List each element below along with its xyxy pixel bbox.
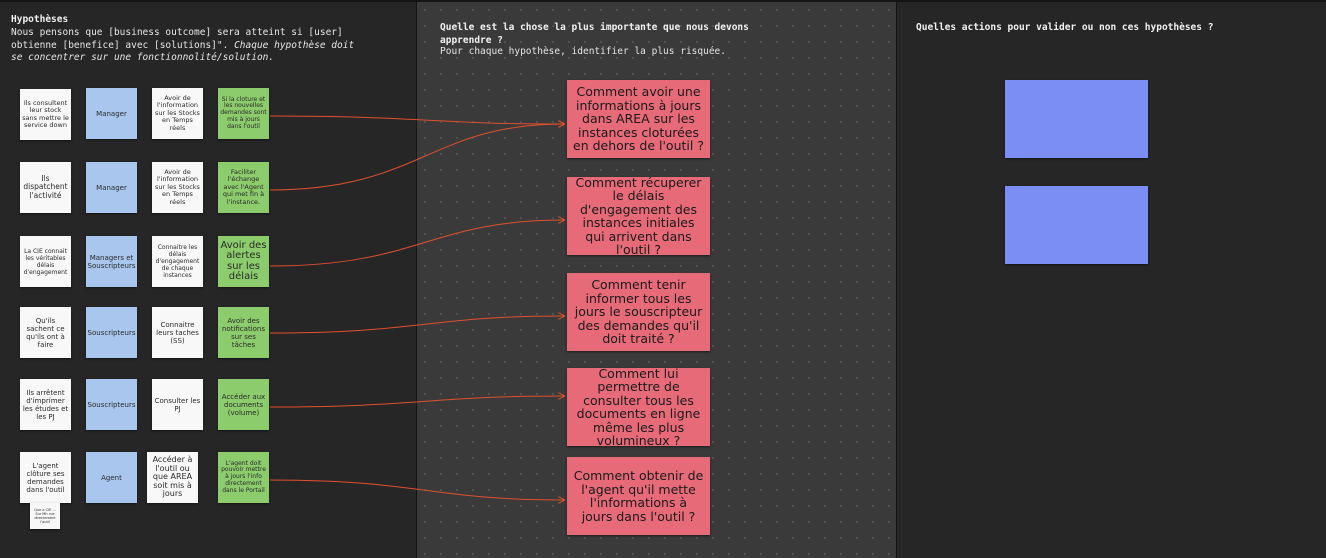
hypothesis-5-need-note[interactable]: Consulter les PJ — [152, 379, 203, 430]
hypothesis-2-benefit-note[interactable]: Faciliter l'échange avec l'Agent qui met… — [218, 162, 269, 213]
question-note-4[interactable]: Comment lui permettre de consulter tous … — [567, 368, 710, 446]
hypotheses-title: Hypothèses — [11, 14, 69, 25]
hypothesis-3-need-note[interactable]: Connaitre les délais d'engagement de cha… — [152, 236, 203, 287]
hypothesis-4-role-note[interactable]: Souscripteurs — [86, 307, 137, 358]
hypotheses-description-line2: obtienne [benefice] avec [solutions]". C… — [11, 39, 355, 51]
question-note-3[interactable]: Comment tenir informer tous les jours le… — [567, 273, 710, 351]
hypotheses-description-line3: se concentrer sur une fonctionnolité/sol… — [11, 52, 275, 63]
extra-small-note[interactable]: Que a CIE ... Sur Mh rue directement l'o… — [30, 503, 60, 529]
hypothesis-1-role-note[interactable]: Manager — [86, 88, 137, 139]
hypothesis-2-need-note[interactable]: Avoir de l'information sur les Stocks en… — [152, 162, 203, 213]
learning-subtitle: Pour chaque hypothèse, identifier la plu… — [440, 46, 726, 57]
hypothesis-4-benefit-note[interactable]: Avoir des notifications sur ses tâches — [218, 307, 269, 358]
hypothesis-2-who-note[interactable]: Ils dispatchent l'activité — [20, 162, 71, 213]
hypothesis-5-role-note[interactable]: Souscripteurs — [86, 379, 137, 430]
learning-title: Quelle est la chose la plus importante q… — [440, 22, 749, 46]
action-note-1[interactable] — [1005, 80, 1148, 158]
question-note-2[interactable]: Comment récuperer le délais d'engagement… — [567, 177, 710, 255]
hypothesis-6-role-note[interactable]: Agent — [86, 452, 137, 503]
hypothesis-1-benefit-note[interactable]: Si la cloture et les nouvelles demandes … — [218, 88, 269, 139]
hypothesis-5-benefit-note[interactable]: Accéder aux documents (volume) — [218, 379, 269, 430]
hypothesis-3-benefit-note[interactable]: Avoir des alertes sur les délais — [218, 236, 269, 287]
question-note-1[interactable]: Comment avoir une informations à jours d… — [567, 80, 710, 158]
hypotheses-description: Nous pensons que [business outcome] sera… — [11, 27, 411, 65]
hypothesis-3-role-note[interactable]: Managers et Souscripteurs — [86, 236, 137, 287]
question-note-5[interactable]: Comment obtenir de l'agent qu'il mette l… — [567, 457, 710, 535]
hypothesis-1-need-note[interactable]: Avoir de l'information sur les Stocks en… — [152, 88, 203, 139]
hypothesis-1-who-note[interactable]: Ils consultent leur stock sans mettre le… — [20, 89, 71, 140]
hypothesis-6-who-note[interactable]: L'agent clôture ses demandes dans l'outi… — [20, 452, 71, 503]
hypothesis-3-who-note[interactable]: La CIE connait les véritables délais d'e… — [20, 236, 71, 287]
hypothesis-2-role-note[interactable]: Manager — [86, 162, 137, 213]
hypothesis-5-who-note[interactable]: Ils arrêtent d'imprimer les études et le… — [20, 379, 71, 430]
hypothesis-6-benefit-note[interactable]: L'agent doit pouvoir mettre à jours l'in… — [218, 452, 269, 503]
hypotheses-description-line1: Nous pensons que [business outcome] sera… — [11, 27, 343, 38]
hypothesis-6-need-note[interactable]: Accéder à l'outil ou que AREA soit mis à… — [147, 452, 198, 503]
actions-title: Quelles actions pour valider ou non ces … — [916, 22, 1214, 33]
action-note-2[interactable] — [1005, 186, 1148, 264]
hypothesis-4-who-note[interactable]: Qu'ils sachent ce qu'ils ont à faire — [20, 307, 71, 358]
hypothesis-4-need-note[interactable]: Connaitre leurs taches (SS) — [152, 307, 203, 358]
